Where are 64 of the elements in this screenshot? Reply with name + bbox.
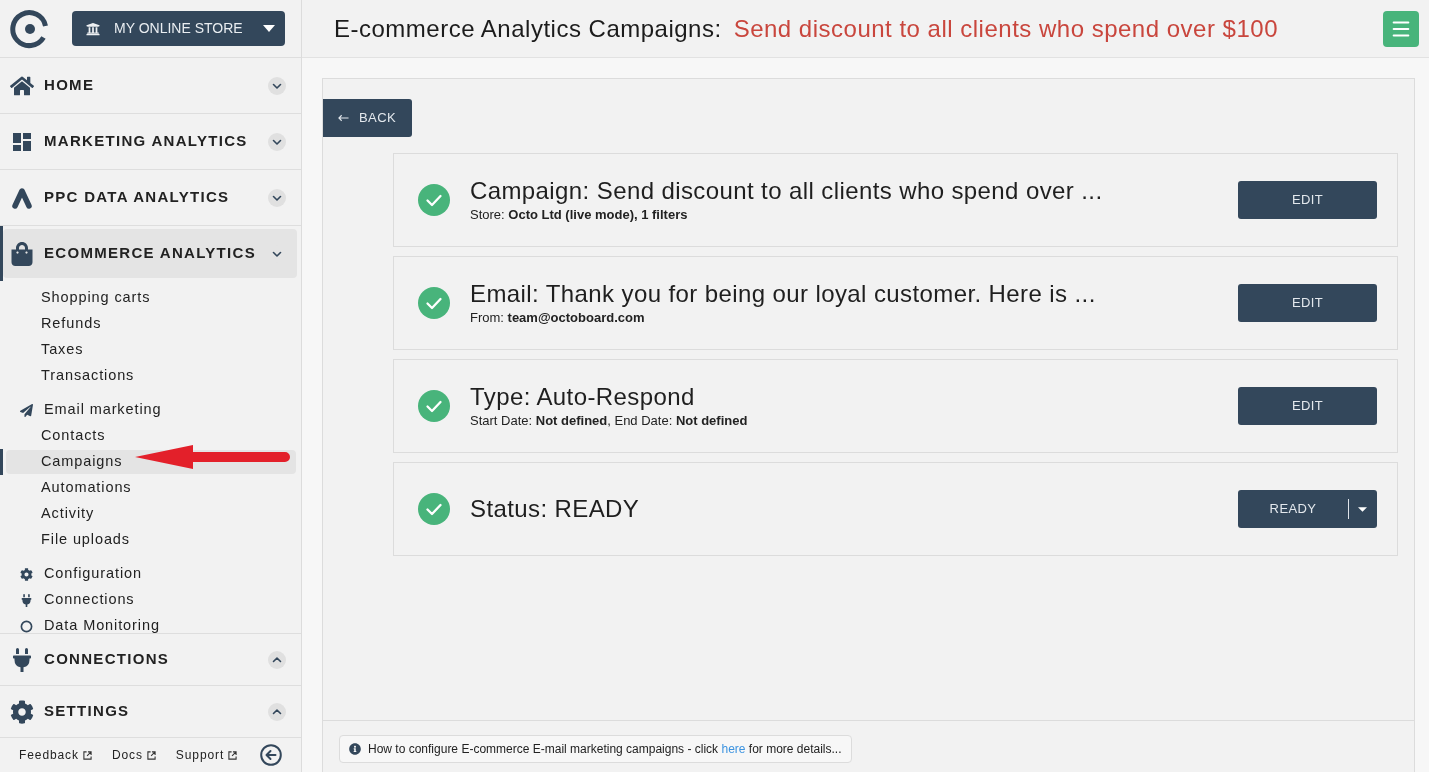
plug-icon xyxy=(10,647,34,672)
edit-button[interactable]: EDIT xyxy=(1238,181,1377,219)
status-button[interactable]: READY xyxy=(1238,490,1348,528)
sidebar-item[interactable]: Taxes xyxy=(6,338,296,362)
gear-icon xyxy=(20,567,33,581)
sidebar-item[interactable]: Configuration xyxy=(6,562,296,586)
caret-down-icon xyxy=(263,25,275,32)
bank-icon xyxy=(86,21,100,36)
chevron-up-icon[interactable] xyxy=(268,650,286,669)
footer-link[interactable]: Feedback xyxy=(19,746,92,764)
sidebar-item[interactable]: Activity xyxy=(6,502,296,526)
shopping-bag-icon xyxy=(10,241,34,266)
circle-arrow-left-icon xyxy=(260,744,282,766)
sidebar-item[interactable]: Shopping carts xyxy=(6,286,296,310)
edit-button[interactable]: EDIT xyxy=(1238,387,1377,425)
menu-button[interactable] xyxy=(1383,10,1419,47)
ring-icon xyxy=(20,619,33,633)
back-button[interactable]: BACK xyxy=(323,99,412,137)
nav-section[interactable]: PPC DATA ANALYTICS xyxy=(3,173,297,222)
sidebar-item[interactable]: Transactions xyxy=(6,364,296,388)
sidebar-item[interactable]: Automations xyxy=(6,476,296,500)
sidebar-item[interactable]: Email marketing xyxy=(6,398,296,422)
step-title: Status: READY xyxy=(470,494,640,524)
sidebar-item[interactable]: Refunds xyxy=(6,312,296,336)
page-title: E-commerce Analytics Campaigns: xyxy=(334,13,722,44)
help-text: How to configure E-commerce E-mail marketing campaigns - click here for more details... xyxy=(368,741,842,758)
external-link-icon xyxy=(228,750,238,760)
chevron-down-icon[interactable] xyxy=(268,188,286,207)
nav-section[interactable]: CONNECTIONS xyxy=(3,635,297,684)
collapse-sidebar-button[interactable] xyxy=(260,744,282,766)
chevron-down-icon[interactable] xyxy=(268,132,286,151)
step-title: Campaign: Send discount to all clients who spend over ... xyxy=(470,176,1103,206)
sidebar-item[interactable]: Contacts xyxy=(6,424,296,448)
external-link-icon xyxy=(146,750,156,760)
step-detail: From: team@octoboard.com xyxy=(470,309,646,327)
step-detail: Store: Octo Ltd (live mode), 1 filters xyxy=(470,206,689,224)
store-selector[interactable]: MY ONLINE STORE xyxy=(72,11,285,46)
nav-section[interactable]: ECOMMERCE ANALYTICS xyxy=(3,229,297,278)
step-detail: Start Date: Not defined, End Date: Not defined xyxy=(470,412,748,430)
nav-section[interactable]: SETTINGS xyxy=(3,687,297,736)
footer-link[interactable]: Support xyxy=(175,746,238,764)
nav-section[interactable]: MARKETING ANALYTICS xyxy=(3,117,297,166)
gear-icon xyxy=(10,699,34,724)
step-title: Type: Auto-Respond xyxy=(470,382,696,412)
sidebar-item[interactable]: File uploads xyxy=(6,528,296,552)
plug-icon xyxy=(20,593,33,607)
nav-section[interactable]: HOME xyxy=(3,61,297,110)
edit-button[interactable]: EDIT xyxy=(1238,284,1377,322)
step-title: Email: Thank you for being our loyal customer. Here is ... xyxy=(470,279,1096,309)
footer-link[interactable]: Docs xyxy=(111,746,156,764)
paper-plane-icon xyxy=(20,403,33,417)
sidebar-item[interactable]: Connections xyxy=(6,588,296,612)
status-dropdown-toggle[interactable] xyxy=(1348,490,1377,528)
logo-icon xyxy=(10,8,50,49)
caret-down-icon xyxy=(1358,506,1367,512)
chevron-down-icon[interactable] xyxy=(268,76,286,95)
sidebar-item[interactable]: Data Monitoring xyxy=(6,614,296,633)
info-icon xyxy=(349,743,361,755)
arrow-left-icon xyxy=(338,114,349,122)
external-link-icon xyxy=(82,750,92,760)
campaign-name: Send discount to all clients who spend over $100 xyxy=(733,13,1278,44)
arrow-icon xyxy=(135,444,293,470)
peak-icon xyxy=(10,185,34,210)
chevron-up-icon[interactable] xyxy=(268,702,286,721)
